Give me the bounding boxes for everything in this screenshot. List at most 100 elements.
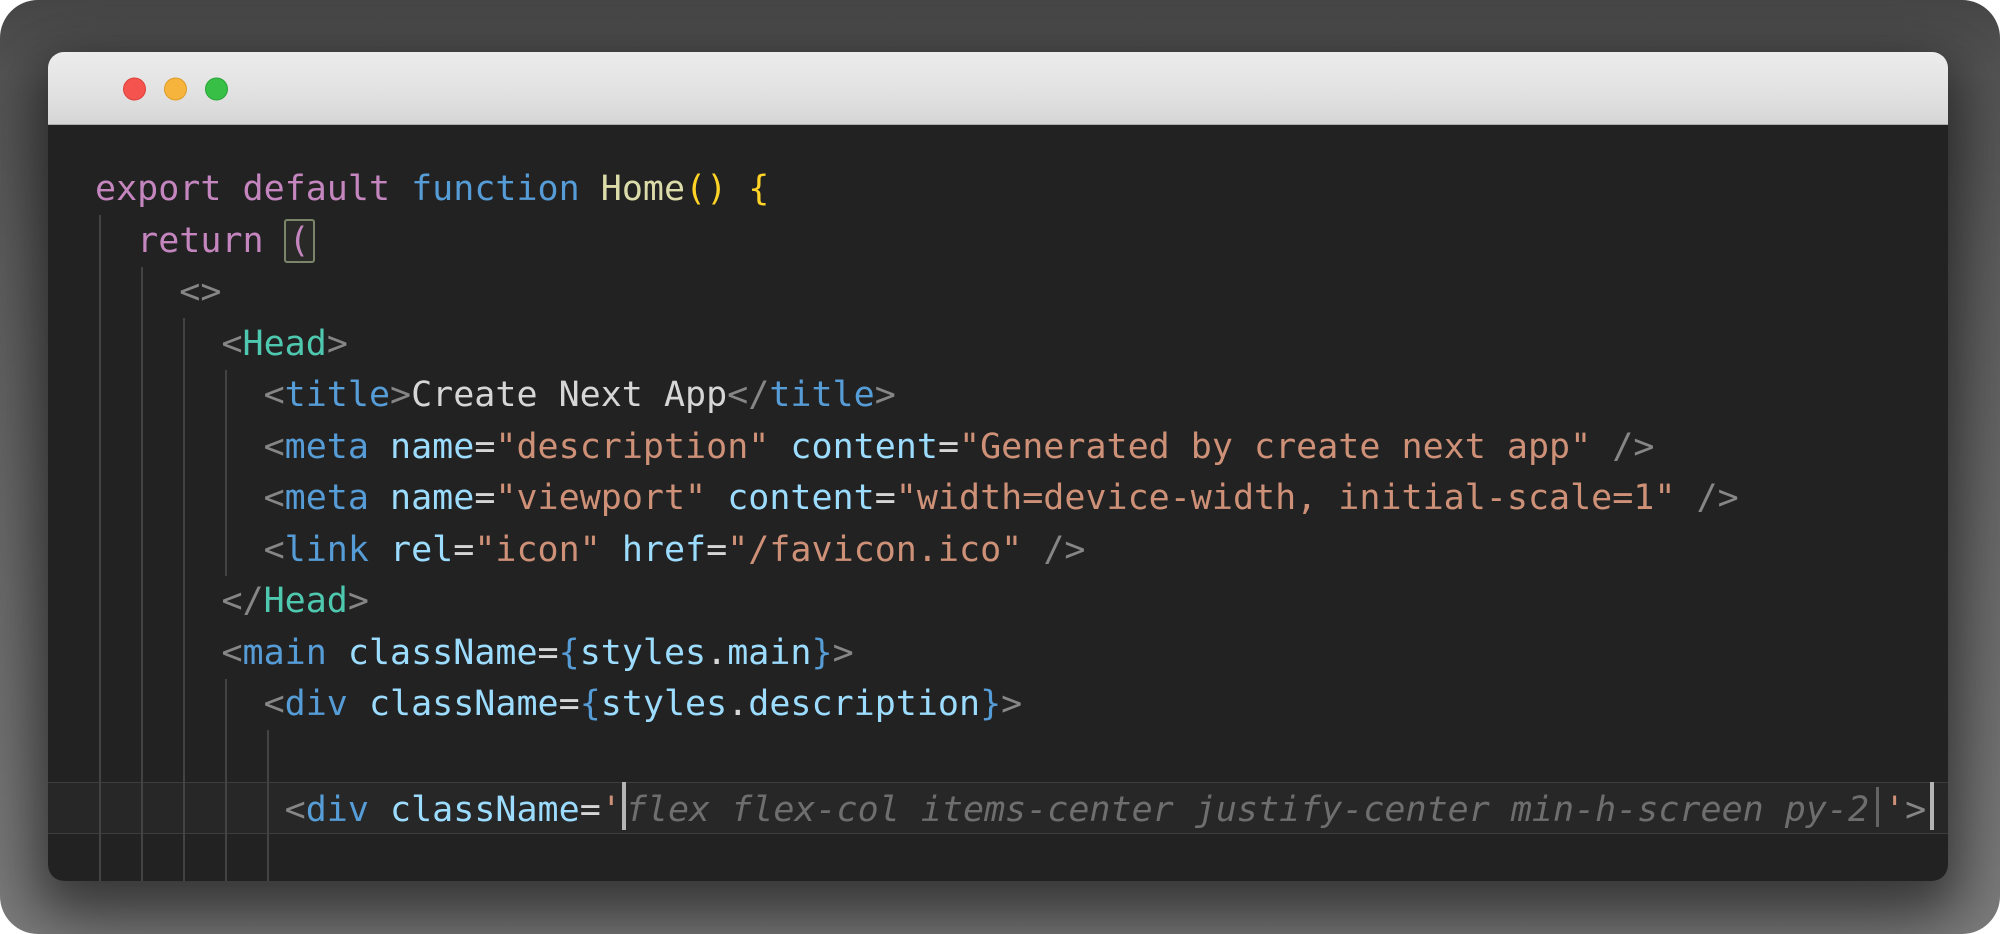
- code-token: .: [727, 684, 748, 724]
- code-token: >: [390, 375, 411, 415]
- code-token: (: [284, 219, 315, 263]
- code-token: [95, 581, 221, 621]
- zoom-button[interactable]: [205, 78, 228, 101]
- code-token: [95, 633, 221, 673]
- code-token: <: [264, 684, 285, 724]
- code-token: title: [769, 375, 874, 415]
- code-token: [769, 427, 790, 467]
- code-token: [95, 221, 137, 261]
- code-token: [727, 169, 748, 209]
- code-token: [264, 221, 285, 261]
- code-editor[interactable]: export default function Home() { return …: [48, 125, 1948, 881]
- code-token: div: [285, 684, 348, 724]
- code-token: rel: [390, 530, 453, 570]
- code-token: [95, 272, 179, 312]
- code-token: "description": [495, 427, 769, 467]
- code-token: =: [938, 427, 959, 467]
- code-line: <div className={styles.description}>: [95, 679, 1948, 731]
- code-token: link: [285, 530, 369, 570]
- code-token: name: [390, 427, 474, 467]
- code-token: <: [264, 427, 285, 467]
- code-token: </: [221, 581, 263, 621]
- code-token: "Generated by create next app": [959, 427, 1591, 467]
- code-token: className: [369, 684, 559, 724]
- code-line: </Head>: [95, 576, 1948, 628]
- code-token: />: [1697, 478, 1739, 518]
- code-token: <: [264, 530, 285, 570]
- code-token: [706, 478, 727, 518]
- code-token: title: [285, 375, 390, 415]
- code-token: />: [1612, 427, 1654, 467]
- code-line: <link rel="icon" href="/favicon.ico" />: [95, 525, 1948, 577]
- code-token: [390, 169, 411, 209]
- code-token: .: [706, 633, 727, 673]
- code-token: meta: [285, 478, 369, 518]
- code-token: =: [474, 478, 495, 518]
- ghost-text-suggestion: flex flex-col items-center justify-cente…: [626, 790, 1869, 830]
- code-token: meta: [285, 427, 369, 467]
- code-token: [1591, 427, 1612, 467]
- code-token: =: [875, 478, 896, 518]
- code-token: "width=device-width, initial-scale=1": [896, 478, 1676, 518]
- code-token: <: [221, 324, 242, 364]
- code-token: main: [243, 633, 327, 673]
- code-token: Create Next App: [411, 375, 727, 415]
- code-line: return (: [95, 216, 1948, 268]
- code-token: [95, 530, 264, 570]
- code-token: >: [1905, 790, 1926, 830]
- code-token: export: [95, 169, 221, 209]
- code-token: <>: [179, 272, 221, 312]
- code-token: >: [833, 633, 854, 673]
- code-token: div: [306, 790, 369, 830]
- code-token: =: [538, 633, 559, 673]
- code-token: [369, 790, 390, 830]
- code-token: [95, 478, 264, 518]
- code-line: <meta name="description" content="Genera…: [95, 422, 1948, 474]
- code-token: name: [390, 478, 474, 518]
- code-line: export default function Home() {: [95, 164, 1948, 216]
- code-token: =: [580, 790, 601, 830]
- code-line: <div className='flex flex-col items-cent…: [95, 782, 1948, 834]
- code-token: [348, 684, 369, 724]
- editor-window: export default function Home() { return …: [48, 52, 1948, 881]
- code-token: default: [243, 169, 391, 209]
- code-token: [327, 633, 348, 673]
- code-token: >: [875, 375, 896, 415]
- code-token: Head: [264, 581, 348, 621]
- minimize-button[interactable]: [164, 78, 187, 101]
- ghost-text-boundary: [1876, 787, 1879, 827]
- code-token: </: [727, 375, 769, 415]
- code-token: ': [601, 790, 622, 830]
- code-token: [1022, 530, 1043, 570]
- code-token: className: [390, 790, 580, 830]
- code-token: <: [264, 478, 285, 518]
- code-line: [95, 731, 1948, 783]
- code-token: {: [748, 169, 769, 209]
- code-token: styles: [601, 684, 727, 724]
- code-token: [95, 684, 264, 724]
- code-token: [1675, 478, 1696, 518]
- code-token: content: [790, 427, 938, 467]
- code-token: }: [980, 684, 1001, 724]
- code-line: <meta name="viewport" content="width=dev…: [95, 473, 1948, 525]
- code-token: >: [348, 581, 369, 621]
- code-token: {: [580, 684, 601, 724]
- code-token: main: [727, 633, 811, 673]
- code-token: "viewport": [495, 478, 706, 518]
- code-token: >: [1001, 684, 1022, 724]
- code-token: />: [1043, 530, 1085, 570]
- code-token: [95, 324, 221, 364]
- code-token: className: [348, 633, 538, 673]
- code-token: [221, 169, 242, 209]
- code-line: <Head>: [95, 319, 1948, 371]
- close-button[interactable]: [123, 78, 146, 101]
- code-token: styles: [580, 633, 706, 673]
- code-token: href: [622, 530, 706, 570]
- code-token: [369, 427, 390, 467]
- code-token: [369, 530, 390, 570]
- code-token: [95, 427, 264, 467]
- code-token: (): [685, 169, 727, 209]
- code-token: <: [221, 633, 242, 673]
- code-token: <: [285, 790, 306, 830]
- code-token: "/favicon.ico": [727, 530, 1022, 570]
